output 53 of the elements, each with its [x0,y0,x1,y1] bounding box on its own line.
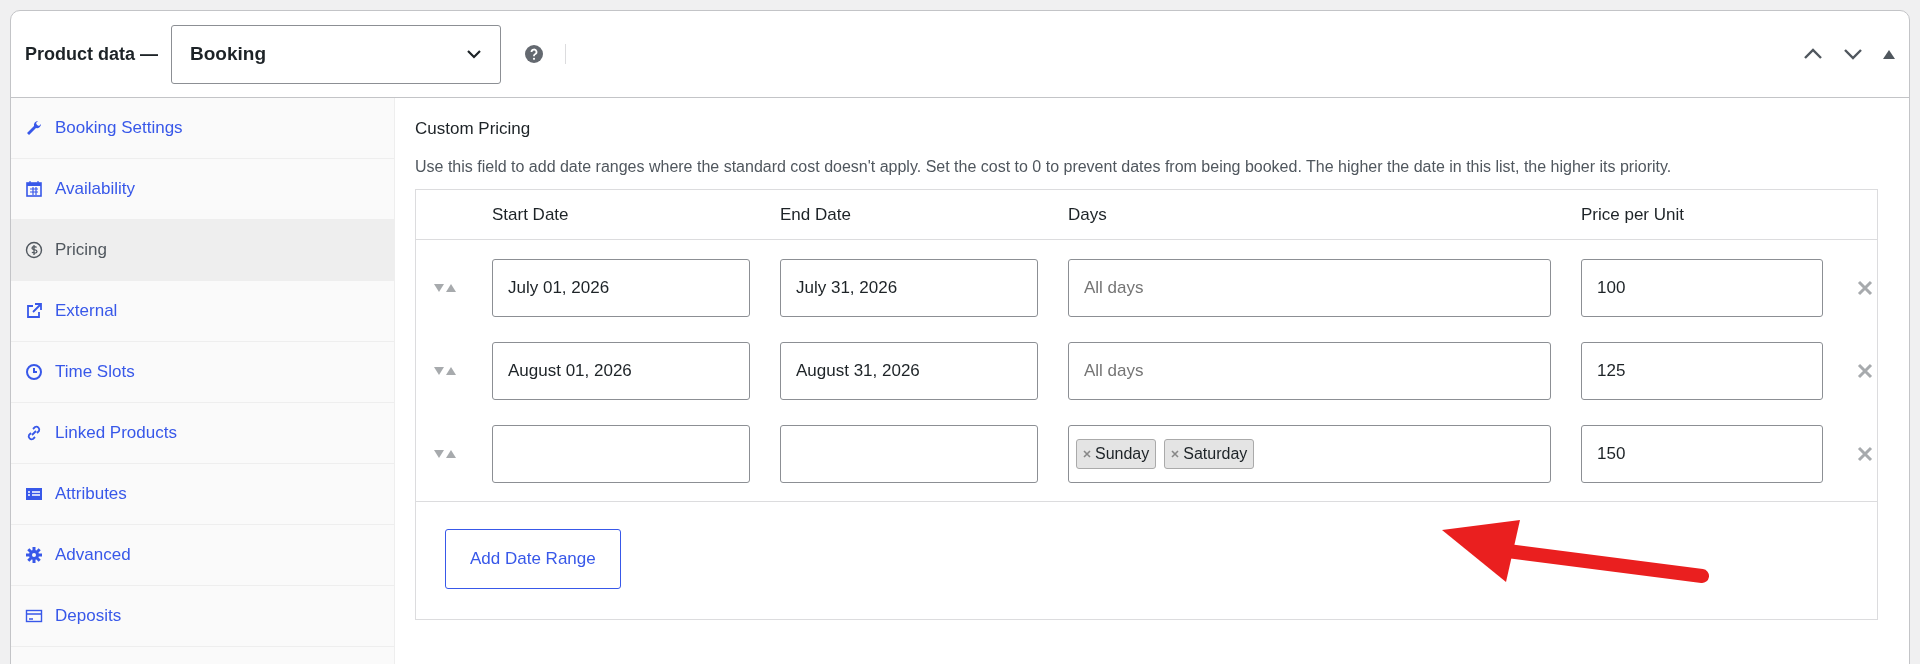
external-link-icon [25,302,43,320]
sort-handle-icon[interactable] [434,365,458,376]
end-date-field[interactable] [780,424,1038,483]
column-header: End Date [780,204,851,224]
sort-handle-icon[interactable] [434,448,458,459]
card-icon [25,607,43,625]
chevron-down-icon [466,49,482,59]
dollar-circle-icon [25,241,43,259]
end-date-field[interactable]: July 31, 2026 [780,258,1038,317]
calendar-icon [25,180,43,198]
sidebar-tab[interactable]: Time Slots [11,342,394,403]
sidebar-tab[interactable]: Booking Settings [11,98,394,159]
sidebar-tab[interactable]: Advanced [11,525,394,586]
column-header: Start Date [492,204,569,224]
start-date-field[interactable]: August 01, 2026 [492,341,750,400]
help-icon[interactable] [525,45,543,63]
remove-icon[interactable] [1171,449,1180,458]
days-select-field[interactable]: All days [1068,258,1551,317]
price-field[interactable]: 100 [1581,258,1823,317]
delete-row-icon[interactable] [1857,445,1873,462]
price-field[interactable]: 150 [1581,424,1823,483]
gear-icon [25,546,43,564]
column-header: Price per Unit [1581,204,1684,224]
delete-row-icon[interactable] [1857,279,1873,296]
sidebar-tab[interactable]: Attributes [11,464,394,525]
sidebar-tab[interactable]: Deposits [11,586,394,647]
delete-row-icon[interactable] [1857,362,1873,379]
day-tag[interactable]: Saturday [1164,438,1255,469]
add-date-range-button[interactable]: Add Date Range [445,529,621,589]
price-field[interactable]: 125 [1581,341,1823,400]
clock-icon [25,363,43,381]
end-date-field[interactable]: August 31, 2026 [780,341,1038,400]
link-icon [25,424,43,442]
section-description: Use this field to add date ranges where the standard cost doesn't apply. Set the cost to 0 to prevent dates from being booked. The higher the date in this list, the higher its priority. [415,157,1673,177]
start-date-field[interactable]: July 01, 2026 [492,258,750,317]
section-title: Custom Pricing [415,118,532,140]
chevron-up-icon[interactable] [1803,48,1823,60]
day-tag[interactable]: Sunday [1076,438,1157,469]
remove-icon[interactable] [1083,449,1091,458]
chevron-down-icon[interactable] [1843,48,1863,60]
product-type-select[interactable]: Booking [171,24,501,84]
days-select-field[interactable]: Sunday Saturday [1068,424,1551,483]
wrench-icon [25,119,43,137]
sort-handle-icon[interactable] [434,282,458,293]
sidebar-tab[interactable]: Linked Products [11,403,394,464]
start-date-field[interactable] [492,424,750,483]
sidebar-tab[interactable]: Pricing [11,220,394,281]
days-select-field[interactable]: All days [1068,341,1551,400]
collapse-triangle-icon[interactable] [1883,49,1895,59]
sidebar-tab[interactable]: External [11,281,394,342]
list-card-icon [25,485,43,503]
column-header: Days [1068,204,1107,224]
panel-title: Product data — [25,42,158,66]
